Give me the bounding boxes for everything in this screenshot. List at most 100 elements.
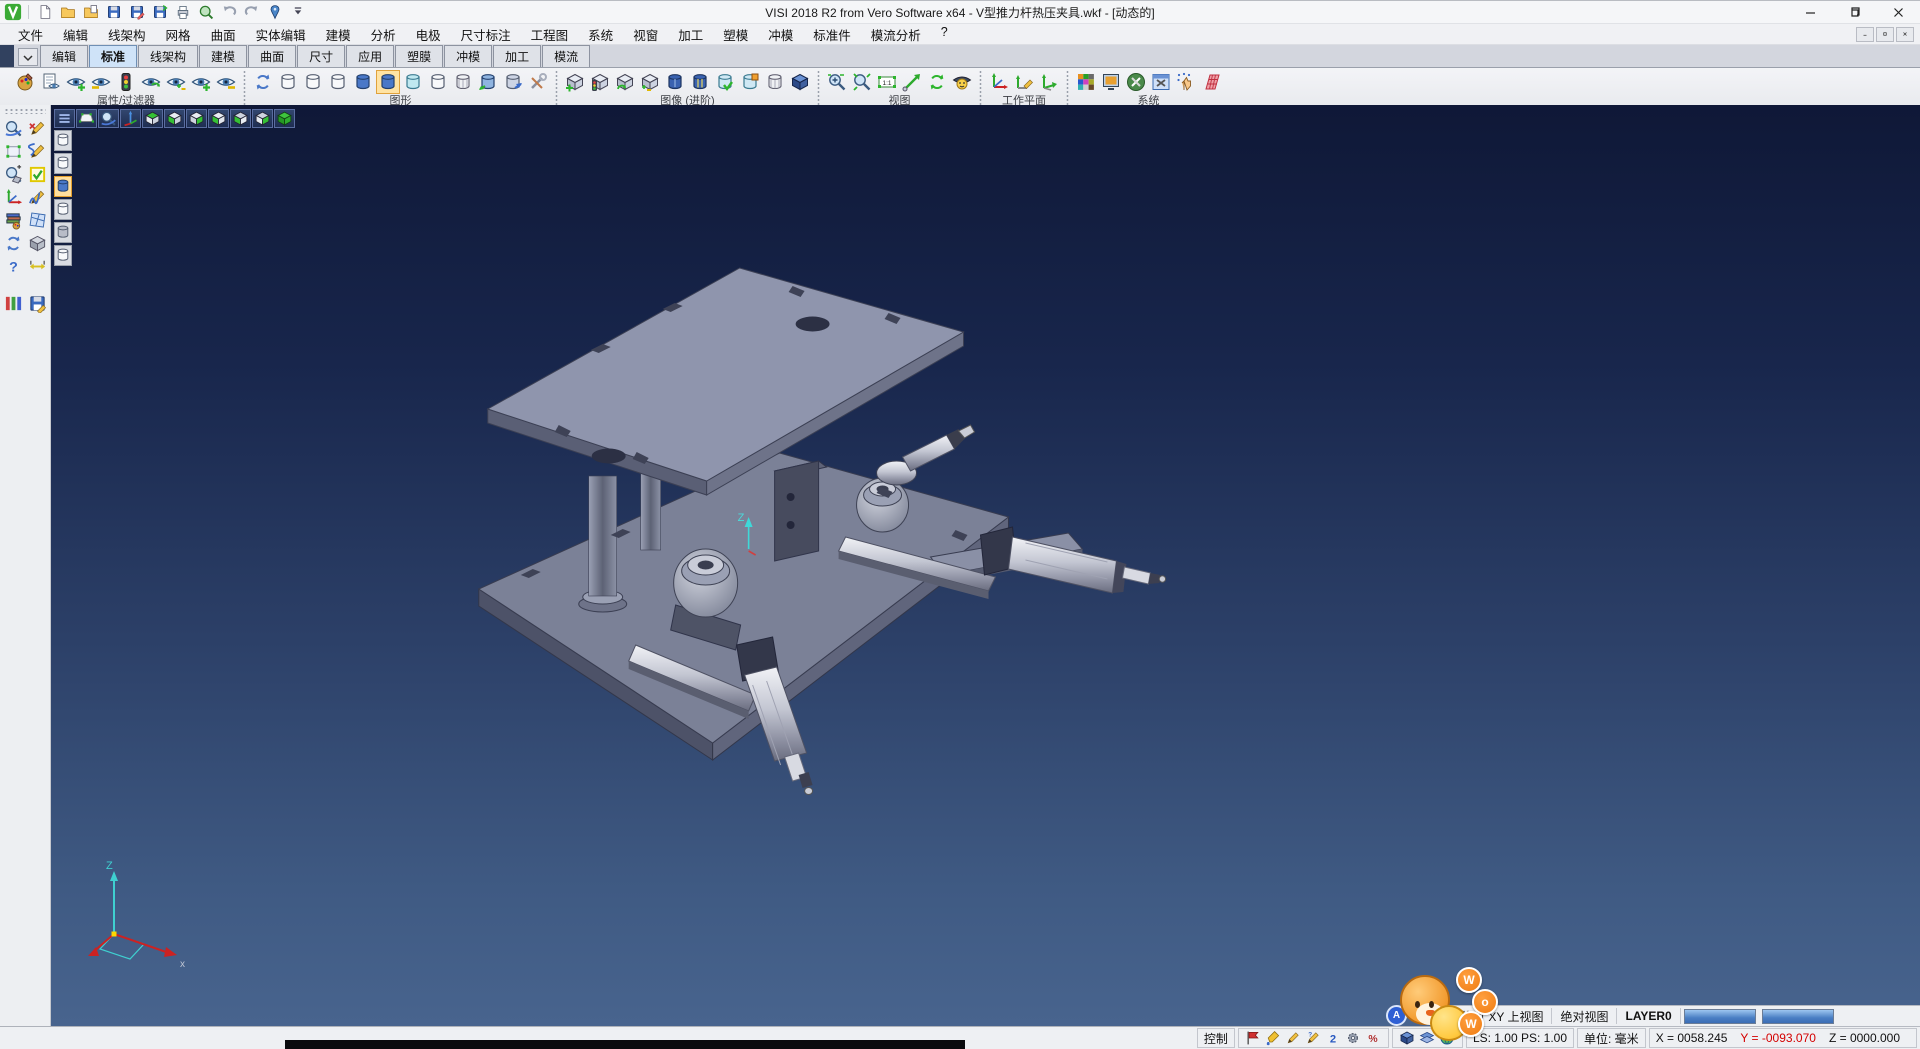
- menu-item-0[interactable]: 文件: [8, 24, 53, 45]
- qat-save-all-button[interactable]: [150, 3, 170, 21]
- boxes-traffic-button[interactable]: [588, 70, 612, 94]
- menu-item-12[interactable]: 视窗: [623, 24, 668, 45]
- render-mode-2-button[interactable]: [54, 176, 72, 197]
- dock-measure-button[interactable]: [27, 256, 48, 277]
- dock-axis-red-button[interactable]: [3, 187, 24, 208]
- 3d-viewport[interactable]: Z Z x: [51, 105, 1920, 1027]
- child-close-button[interactable]: [1896, 27, 1914, 42]
- view-cube-bottom-button[interactable]: [164, 109, 185, 128]
- qat-redo-button[interactable]: [242, 3, 262, 21]
- qat-overflow-button[interactable]: [288, 3, 308, 21]
- grid-red-button[interactable]: [1199, 70, 1223, 94]
- render-mode-4-button[interactable]: [54, 222, 72, 243]
- menu-item-8[interactable]: 电极: [406, 24, 451, 45]
- eye-plus-button[interactable]: [64, 70, 88, 94]
- dock-palette-bars-button[interactable]: [3, 293, 24, 314]
- cyl-striped-button[interactable]: [688, 70, 712, 94]
- cyl-white-button[interactable]: [276, 70, 300, 94]
- menu-item-1[interactable]: 编辑: [53, 24, 98, 45]
- child-minimize-button[interactable]: [1856, 27, 1874, 42]
- view-cube-right-button[interactable]: [186, 109, 207, 128]
- cyl-arrow-button[interactable]: [501, 70, 525, 94]
- traffic-button[interactable]: [114, 70, 138, 94]
- menu-item-5[interactable]: 实体编辑: [246, 24, 316, 45]
- menu-item-16[interactable]: 标准件: [803, 24, 861, 45]
- eye-plus2-button[interactable]: [189, 70, 213, 94]
- mascot-widget[interactable]: A W o W: [1396, 965, 1512, 1045]
- qat-save-button[interactable]: [104, 3, 124, 21]
- cyl-white-button[interactable]: [301, 70, 325, 94]
- close-button[interactable]: [1876, 1, 1920, 23]
- view-menu-lines-button[interactable]: [54, 109, 75, 128]
- axis-pencil-button[interactable]: [1012, 70, 1036, 94]
- ribbon-tab-7[interactable]: 塑膜: [395, 45, 443, 67]
- one2one-button[interactable]: 1:1: [875, 70, 899, 94]
- view-plane-white-button[interactable]: [76, 109, 97, 128]
- dock-floppy-pencil-button[interactable]: [27, 293, 48, 314]
- zoom-arrows-button[interactable]: [850, 70, 874, 94]
- layer-cell[interactable]: LAYER0: [1617, 1008, 1680, 1024]
- menu-item-7[interactable]: 分析: [361, 24, 406, 45]
- ribbon-tab-5[interactable]: 尺寸: [297, 45, 345, 67]
- status-num2-button[interactable]: 2: [1325, 1030, 1342, 1047]
- eye-refresh-button[interactable]: [139, 70, 163, 94]
- axis-red-button[interactable]: [987, 70, 1011, 94]
- dock-refresh-blue-button[interactable]: [3, 233, 24, 254]
- ribbon-tab-9[interactable]: 加工: [493, 45, 541, 67]
- menu-item-18[interactable]: ?: [931, 24, 958, 45]
- status-percent-button[interactable]: %: [1365, 1030, 1382, 1047]
- boxes-pm-button[interactable]: [638, 70, 662, 94]
- menu-item-14[interactable]: 塑模: [713, 24, 758, 45]
- ribbon-tab-10[interactable]: 模流: [542, 45, 590, 67]
- status-pencil-q-button[interactable]: ?: [1305, 1030, 1322, 1047]
- status-flag-button[interactable]: [1245, 1030, 1262, 1047]
- cyl-wire-button[interactable]: [763, 70, 787, 94]
- cyl-white-button[interactable]: [326, 70, 350, 94]
- view-cube-iso-button[interactable]: [274, 109, 295, 128]
- dock-pencil-s-button[interactable]: [27, 141, 48, 162]
- eye-minus-button[interactable]: [89, 70, 113, 94]
- dock-drag-handle[interactable]: [4, 108, 46, 114]
- menu-item-3[interactable]: 网格: [156, 24, 201, 45]
- eye-minus2-button[interactable]: [214, 70, 238, 94]
- status-gear-button[interactable]: [1345, 1030, 1362, 1047]
- zoom-pm-button[interactable]: [825, 70, 849, 94]
- dock-zoom-swoosh-button[interactable]: [3, 118, 24, 139]
- cyl-check-button[interactable]: [713, 70, 737, 94]
- ribbon-tab-3[interactable]: 建模: [199, 45, 247, 67]
- render-mode-5-button[interactable]: [54, 245, 72, 266]
- page-eye-button[interactable]: [39, 70, 63, 94]
- monitor-button[interactable]: [1099, 70, 1123, 94]
- refresh-blue-button[interactable]: [251, 70, 275, 94]
- cyl-wire-button[interactable]: [451, 70, 475, 94]
- hand-select-button[interactable]: [1174, 70, 1198, 94]
- refresh-green-button[interactable]: [925, 70, 949, 94]
- dock-question-button[interactable]: ?: [3, 256, 24, 277]
- menu-item-9[interactable]: 尺寸标注: [451, 24, 521, 45]
- cyl-blue-dark-button[interactable]: [663, 70, 687, 94]
- absolute-view-cell[interactable]: 绝对视图: [1552, 1008, 1617, 1024]
- view-axis-triad-button[interactable]: [120, 109, 141, 128]
- cyl-blue-button[interactable]: [351, 70, 375, 94]
- boxes-plus-button[interactable]: [563, 70, 587, 94]
- minimize-button[interactable]: [1788, 1, 1832, 23]
- menu-item-15[interactable]: 冲模: [758, 24, 803, 45]
- view-cube-front-button[interactable]: [230, 109, 251, 128]
- menu-item-6[interactable]: 建模: [316, 24, 361, 45]
- dock-cube-gray-button[interactable]: [27, 233, 48, 254]
- eye-smiley-button[interactable]: [950, 70, 974, 94]
- menu-item-13[interactable]: 加工: [668, 24, 713, 45]
- qat-undo-button[interactable]: [219, 3, 239, 21]
- cyl-pair-button[interactable]: [476, 70, 500, 94]
- render-mode-1-button[interactable]: [54, 153, 72, 174]
- tools-circle-button[interactable]: [1124, 70, 1148, 94]
- cube-blue-button[interactable]: [788, 70, 812, 94]
- dock-frame-button[interactable]: [3, 141, 24, 162]
- qat-new-button[interactable]: [35, 3, 55, 21]
- qat-open-copy-button[interactable]: [81, 3, 101, 21]
- menu-item-11[interactable]: 系统: [578, 24, 623, 45]
- cyl-white-button[interactable]: [426, 70, 450, 94]
- view-cube-back-button[interactable]: [252, 109, 273, 128]
- ribbon-tab-6[interactable]: 应用: [346, 45, 394, 67]
- dock-books-button[interactable]: [3, 210, 24, 231]
